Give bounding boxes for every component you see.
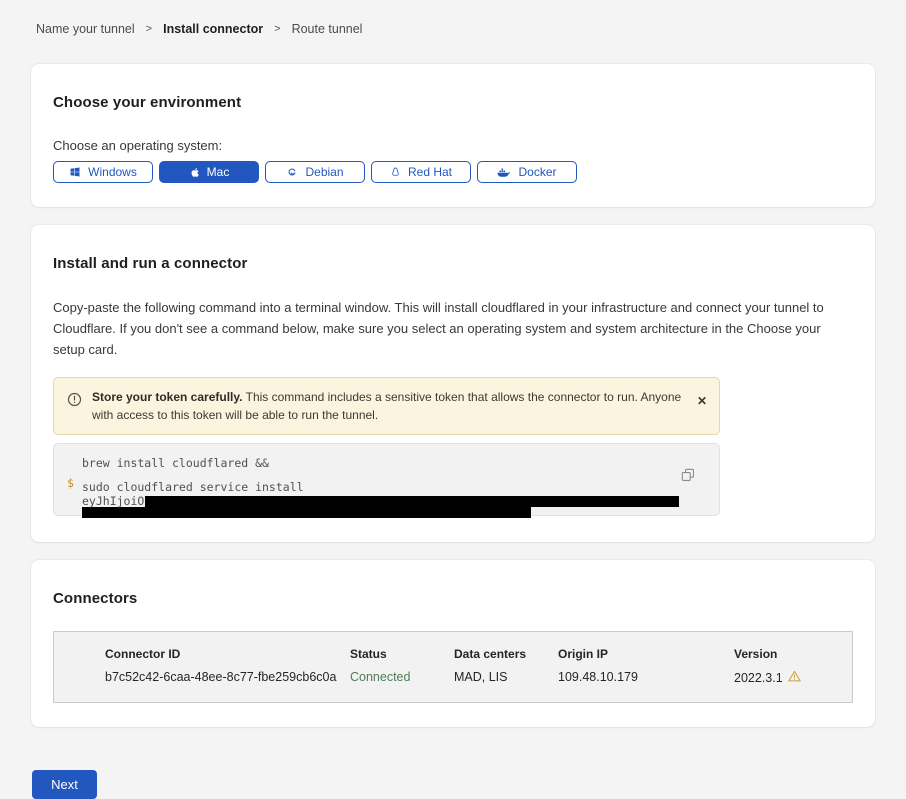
debian-logo-icon (286, 166, 298, 178)
version-value: 2022.3.1 (734, 671, 783, 685)
breadcrumb-step-install-connector[interactable]: Install connector (163, 22, 263, 36)
os-select-label: Choose an operating system: (53, 138, 853, 153)
token-warning-title: Store your token carefully. (92, 390, 243, 404)
os-button-label: Docker (518, 165, 556, 179)
os-button-label: Mac (207, 165, 230, 179)
token-redaction-bar (145, 496, 679, 507)
cell-connector-id: b7c52c42-6caa-48ee-8c77-fbe259cb6c0a (105, 670, 350, 685)
column-header-origin-ip: Origin IP (558, 647, 734, 661)
cell-version: 2022.3.1 (734, 670, 842, 685)
alert-circle-icon (67, 392, 82, 412)
os-button-redhat[interactable]: Red Hat (371, 161, 471, 183)
column-header-connector-id: Connector ID (105, 647, 350, 661)
page: Name your tunnel > Install connector > R… (0, 0, 906, 799)
os-button-windows[interactable]: Windows (53, 161, 153, 183)
cell-status: Connected (350, 670, 454, 685)
install-command-code-block: $ brew install cloudflared && sudo cloud… (53, 443, 720, 516)
code-line-brew-install: brew install cloudflared && (82, 456, 679, 470)
install-connector-description: Copy-paste the following command into a … (53, 297, 853, 360)
column-header-version: Version (734, 647, 842, 661)
token-redaction-bar (82, 507, 531, 518)
connectors-title: Connectors (53, 590, 853, 607)
warning-triangle-icon (788, 670, 801, 685)
os-button-group: Windows Mac Debian Red Hat (53, 161, 853, 183)
copy-icon[interactable] (681, 468, 695, 485)
next-button[interactable]: Next (32, 770, 97, 799)
token-prefix: eyJhIjoiO (82, 494, 144, 508)
os-button-debian[interactable]: Debian (265, 161, 365, 183)
os-button-label: Windows (88, 165, 137, 179)
redhat-logo-icon (390, 166, 401, 179)
os-button-docker[interactable]: Docker (477, 161, 577, 183)
install-connector-card: Install and run a connector Copy-paste t… (31, 225, 875, 542)
cell-origin-ip: 109.48.10.179 (558, 670, 734, 685)
os-button-mac[interactable]: Mac (159, 161, 259, 183)
docker-logo-icon (497, 167, 511, 178)
environment-card: Choose your environment Choose an operat… (31, 64, 875, 207)
cell-data-centers: MAD, LIS (454, 670, 558, 685)
breadcrumb-separator: > (146, 23, 152, 35)
breadcrumb-separator: > (274, 23, 280, 35)
connectors-card: Connectors Connector ID Status Data cent… (31, 560, 875, 727)
code-line-service-install: sudo cloudflared service install (82, 480, 679, 494)
column-header-data-centers: Data centers (454, 647, 558, 661)
code-line-token: eyJhIjoiO (82, 495, 679, 507)
apple-logo-icon (189, 166, 200, 179)
column-header-status: Status (350, 647, 454, 661)
breadcrumb-step-name-your-tunnel[interactable]: Name your tunnel (36, 22, 135, 36)
breadcrumb-step-route-tunnel[interactable]: Route tunnel (292, 22, 363, 36)
windows-logo-icon (69, 166, 81, 178)
os-button-label: Red Hat (408, 165, 452, 179)
token-warning-banner: Store your token carefully. This command… (53, 377, 720, 435)
os-button-label: Debian (305, 165, 343, 179)
connectors-table: Connector ID Status Data centers Origin … (53, 631, 853, 703)
shell-prompt: $ (67, 476, 74, 490)
close-icon[interactable]: ✕ (697, 395, 707, 407)
install-connector-title: Install and run a connector (53, 255, 853, 272)
breadcrumb: Name your tunnel > Install connector > R… (31, 22, 875, 36)
environment-card-title: Choose your environment (53, 94, 853, 111)
